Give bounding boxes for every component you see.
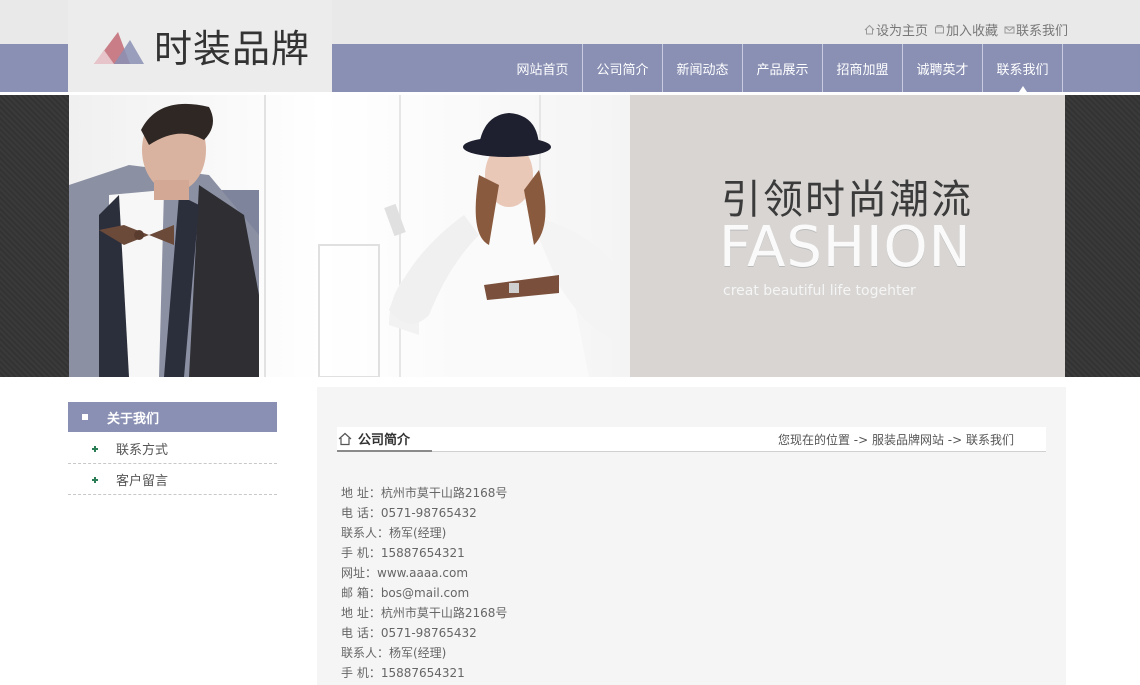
- add-favorite-link[interactable]: 加入收藏: [934, 20, 998, 39]
- nav-home[interactable]: 网站首页: [503, 44, 583, 92]
- brand-name: 时装品牌: [154, 27, 311, 71]
- section-title: 公司简介: [337, 427, 432, 452]
- info-line: 手 机：15887654321: [341, 666, 465, 680]
- section-title-text: 公司简介: [358, 433, 411, 448]
- sidebar-item-label: 联系方式: [116, 443, 169, 458]
- nav-careers[interactable]: 诚聘英才: [903, 44, 983, 92]
- main-content: 公司简介 您现在的位置 -> 服装品牌网站 -> 联系我们 地 址：杭州市莫干山…: [317, 387, 1066, 685]
- home-icon: [338, 432, 352, 445]
- logo[interactable]: 时装品牌: [68, 0, 332, 92]
- square-bullet-icon: [82, 414, 88, 420]
- top-link-label: 加入收藏: [946, 24, 999, 39]
- contact-info: 地 址：杭州市莫干山路2168号 电 话：0571-98765432 联系人：杨…: [341, 483, 507, 683]
- mail-icon: [1004, 26, 1015, 34]
- cross-bullet-icon: [92, 476, 98, 483]
- main-nav: 网站首页 公司简介 新闻动态 产品展示 招商加盟 诚聘英才 联系我们: [503, 44, 1063, 92]
- contact-us-link[interactable]: 联系我们: [1004, 20, 1068, 39]
- fashion-models-illustration: [69, 95, 629, 377]
- sidebar-item-contact[interactable]: 联系方式: [68, 434, 277, 464]
- info-line: 电 话：0571-98765432: [341, 626, 477, 640]
- nav-franchise[interactable]: 招商加盟: [823, 44, 903, 92]
- nav-products[interactable]: 产品展示: [743, 44, 823, 92]
- top-link-label: 设为主页: [876, 24, 929, 39]
- slogan-sub: creat beautiful life togehter: [723, 283, 916, 299]
- content-header: 公司简介 您现在的位置 -> 服装品牌网站 -> 联系我们: [337, 427, 1046, 452]
- top-link-label: 联系我们: [1016, 24, 1069, 39]
- home-icon: [864, 24, 875, 35]
- set-homepage-link[interactable]: 设为主页: [864, 20, 928, 39]
- sidebar-title-text: 关于我们: [107, 411, 160, 427]
- info-line: 地 址：杭州市莫干山路2168号: [341, 486, 508, 500]
- info-line: 联系人：杨军(经理): [341, 526, 447, 540]
- nav-news[interactable]: 新闻动态: [663, 44, 743, 92]
- info-line: 联系人：杨军(经理): [341, 646, 447, 660]
- nav-company[interactable]: 公司简介: [583, 44, 663, 92]
- top-links: 设为主页 加入收藏 联系我们: [864, 20, 1068, 39]
- nav-contact[interactable]: 联系我们: [983, 44, 1063, 92]
- sidebar-item-message[interactable]: 客户留言: [68, 465, 277, 495]
- info-line: 邮 箱：bos@mail.com: [341, 586, 470, 600]
- favorite-icon: [935, 25, 945, 34]
- info-line: 手 机：15887654321: [341, 546, 465, 560]
- slogan-en: FASHION: [719, 215, 972, 280]
- info-line: 地 址：杭州市莫干山路2168号: [341, 606, 508, 620]
- info-line: 网址：www.aaaa.com: [341, 566, 469, 580]
- sidebar-title: 关于我们: [68, 402, 277, 432]
- info-line: 电 话：0571-98765432: [341, 506, 477, 520]
- hero-banner: 引领时尚潮流 FASHION creat beautiful life toge…: [69, 95, 1065, 377]
- breadcrumb: 您现在的位置 -> 服装品牌网站 -> 联系我们: [777, 433, 1014, 447]
- sidebar-item-label: 客户留言: [116, 474, 169, 489]
- cross-bullet-icon: [92, 445, 98, 452]
- brand-logo-icon: [94, 32, 144, 64]
- fashion-photo: [69, 95, 630, 377]
